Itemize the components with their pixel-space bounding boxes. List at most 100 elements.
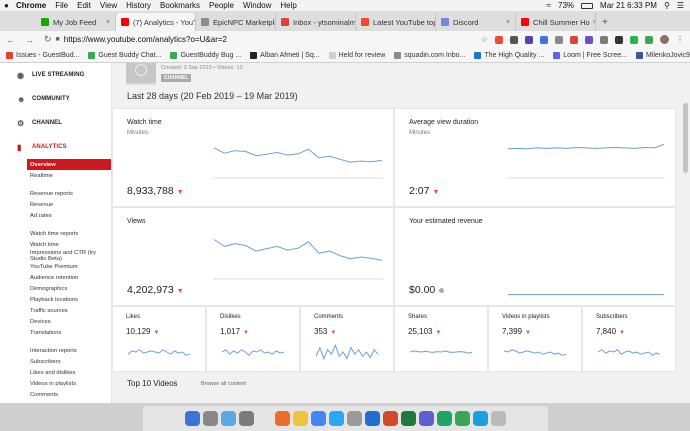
dock-app-icon[interactable]	[437, 411, 452, 426]
extension-icon[interactable]	[570, 35, 578, 44]
tab-0[interactable]: My Job Feed ×	[36, 13, 116, 31]
profile-avatar[interactable]	[660, 35, 669, 44]
dock-app-icon[interactable]	[275, 411, 290, 426]
dock-app-icon[interactable]	[401, 411, 416, 426]
star-icon[interactable]: ☆	[481, 35, 488, 44]
channel-badge[interactable]: CHANNEL	[161, 74, 192, 82]
clock[interactable]: Mar 21 6:33 PM	[600, 1, 657, 10]
dock-app-icon[interactable]	[329, 411, 344, 426]
date-range[interactable]: Last 28 days (20 Feb 2019 – 19 Mar 2019)	[127, 91, 298, 101]
sidebar-subitem[interactable]: Demographics	[0, 283, 111, 294]
menu-edit[interactable]: Edit	[77, 1, 91, 10]
tab-1[interactable]: (7) Analytics - YouTu×	[116, 13, 196, 31]
sidebar-subitem[interactable]: Audience retention	[0, 272, 111, 283]
browse-all-link[interactable]: Browse all content	[201, 381, 246, 387]
bookmark-item[interactable]: MilenkoJovic9654...	[635, 51, 690, 59]
sidebar-item-analytics[interactable]: ▮ ANALYTICS	[0, 135, 111, 159]
wifi-icon[interactable]: ≈	[547, 1, 551, 10]
watch-time-card[interactable]: Watch time Minutes 8,933,788 ▼	[112, 108, 394, 207]
extension-icon[interactable]	[615, 35, 623, 44]
sidebar-subitem[interactable]: YouTube Premium	[0, 261, 111, 272]
metric-card-comments[interactable]: Comments 353 ▼	[300, 306, 394, 372]
menu-view[interactable]: View	[100, 1, 117, 10]
search-icon[interactable]: ⚲	[664, 1, 670, 10]
battery-icon[interactable]	[581, 2, 594, 9]
dock-app-icon[interactable]	[239, 411, 254, 426]
tab-4[interactable]: Latest YouTube top×	[356, 13, 436, 31]
sidebar-subitem[interactable]: Devices	[0, 316, 111, 327]
menu-bookmarks[interactable]: Bookmarks	[160, 1, 200, 10]
sidebar-subitem[interactable]: Translations	[0, 327, 111, 338]
close-tab-icon[interactable]: ×	[590, 19, 595, 26]
menu-window[interactable]: Window	[243, 1, 271, 10]
dock-app-icon[interactable]	[455, 411, 470, 426]
dock-app-icon[interactable]	[221, 411, 236, 426]
sidebar-subitem[interactable]: Ad rates	[0, 210, 111, 221]
url-field[interactable]: https://www.youtube.com/analytics?o=U&ar…	[64, 35, 227, 44]
close-tab-icon[interactable]: ×	[103, 19, 110, 26]
new-tab-button[interactable]: +	[596, 17, 614, 31]
sidebar-subitem[interactable]: Playback locations	[0, 294, 111, 305]
dock-app-icon[interactable]	[203, 411, 218, 426]
bookmark-item[interactable]: Issues - GuestBud...	[6, 51, 79, 59]
menu-app[interactable]: Chrome	[16, 1, 46, 10]
sidebar-subitem[interactable]: Overview	[27, 159, 111, 170]
sidebar-subitem[interactable]: Revenue reports	[0, 188, 111, 199]
extension-icon[interactable]	[645, 35, 653, 44]
menu-history[interactable]: History	[126, 1, 151, 10]
bookmark-item[interactable]: The High Quality ...	[474, 51, 544, 59]
dock-app-icon[interactable]	[257, 411, 272, 426]
battery-percent[interactable]: 73%	[558, 1, 574, 10]
sidebar-subitem[interactable]: Videos in playlists	[0, 378, 111, 389]
bookmark-item[interactable]: Guest Buddy Chat...	[88, 51, 161, 59]
menu-help[interactable]: Help	[280, 1, 296, 10]
sidebar-subitem[interactable]: Watch time	[0, 239, 111, 250]
sidebar-subitem[interactable]: Realtime	[0, 170, 111, 181]
dock-app-icon[interactable]	[293, 411, 308, 426]
bookmark-item[interactable]: Loom | Free Scree...	[553, 51, 627, 59]
revenue-card[interactable]: Your estimated revenue $0.00	[394, 207, 676, 306]
bookmark-item[interactable]: Held for review	[328, 51, 385, 59]
dock-app-icon[interactable]	[311, 411, 326, 426]
scrollbar[interactable]	[681, 63, 690, 403]
sidebar-item-live-streaming[interactable]: ◉ LIVE STREAMING	[0, 63, 111, 87]
extension-icon[interactable]	[555, 35, 563, 44]
extension-icon[interactable]	[585, 35, 593, 44]
channel-avatar[interactable]	[126, 63, 156, 85]
menu-people[interactable]: People	[209, 1, 234, 10]
metric-card-dislikes[interactable]: Dislikes 1,017 ▼	[206, 306, 300, 372]
tab-6[interactable]: Chill Summer Ho×	[516, 13, 596, 31]
forward-icon[interactable]: →	[25, 35, 34, 45]
sidebar-subitem[interactable]: Impressions and CTR (try Studio Beta)	[0, 250, 111, 262]
tab-2[interactable]: EpicNPC Marketplac×	[196, 13, 276, 31]
sidebar-subitem[interactable]: Revenue	[0, 199, 111, 210]
dock-app-icon[interactable]	[347, 411, 362, 426]
sidebar-subitem[interactable]: Traffic sources	[0, 305, 111, 316]
notification-icon[interactable]: ☰	[677, 1, 684, 10]
sidebar-subitem[interactable]: Subscribers	[0, 356, 111, 367]
apple-icon[interactable]: ●	[4, 1, 14, 10]
tab-3[interactable]: Inbox - ytsominalmil×	[276, 13, 356, 31]
dock-app-icon[interactable]	[473, 411, 488, 426]
dock-app-icon[interactable]	[383, 411, 398, 426]
dock-app-icon[interactable]	[365, 411, 380, 426]
sidebar-item-channel[interactable]: ⚙ CHANNEL	[0, 111, 111, 135]
metric-card-subscribers[interactable]: Subscribers 7,840 ▼	[582, 306, 676, 372]
menu-file[interactable]: File	[55, 1, 68, 10]
extension-icon[interactable]	[630, 35, 638, 44]
extension-icon[interactable]	[600, 35, 608, 44]
tab-5[interactable]: Discord ×	[436, 13, 516, 31]
back-icon[interactable]: ←	[6, 35, 15, 45]
views-card[interactable]: Views 4,202,973 ▼	[112, 207, 394, 306]
dock-app-icon[interactable]	[419, 411, 434, 426]
more-menu-icon[interactable]: ⋮	[676, 35, 684, 44]
extension-icon[interactable]	[525, 35, 533, 44]
sidebar-item-community[interactable]: ☻ COMMUNITY	[0, 87, 111, 111]
sidebar-subitem[interactable]: Watch time reports	[0, 228, 111, 239]
dock-app-icon[interactable]	[491, 411, 506, 426]
extension-icon[interactable]	[540, 35, 548, 44]
bookmark-item[interactable]: GuestBuddy Bug ...	[170, 51, 241, 59]
metric-card-likes[interactable]: Likes 10,129 ▼	[112, 306, 206, 372]
metric-card-videos-in-playlists[interactable]: Videos in playlists 7,399 ▼	[488, 306, 582, 372]
bookmark-item[interactable]: Alban Afmeti | Sq...	[250, 51, 320, 59]
